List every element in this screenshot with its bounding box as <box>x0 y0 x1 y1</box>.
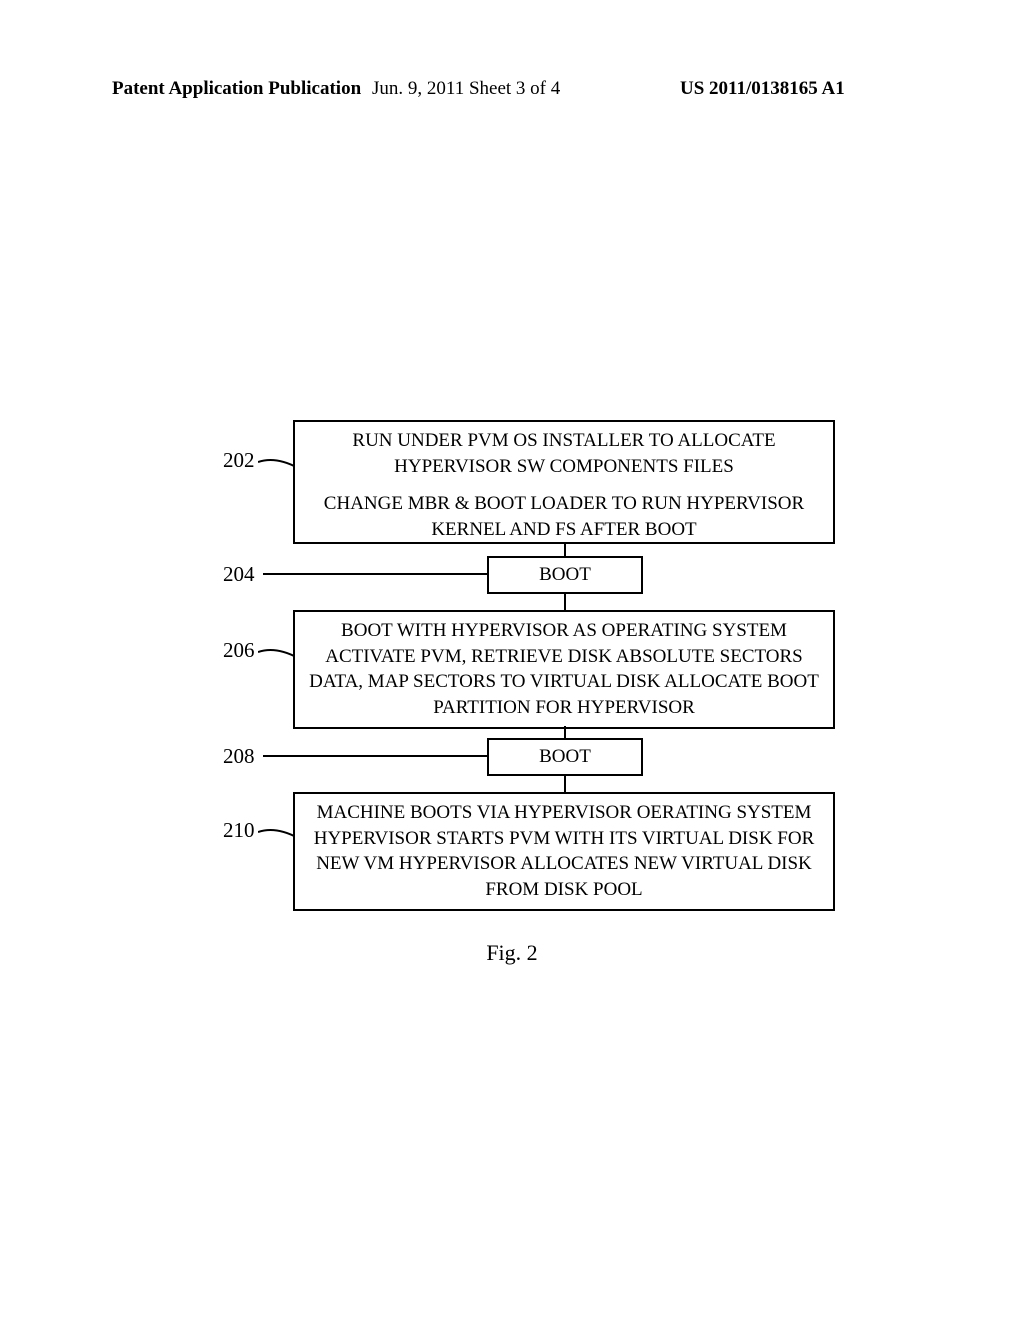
leader-204 <box>263 573 487 575</box>
step-204: BOOT <box>487 556 643 594</box>
step-210: MACHINE BOOTS VIA HYPERVISOR OERATING SY… <box>293 792 835 911</box>
step-206: BOOT WITH HYPERVISOR AS OPERATING SYSTEM… <box>293 610 835 729</box>
header-left: Patent Application Publication <box>112 78 361 100</box>
ref-202: 202 <box>223 448 255 473</box>
header-center: Jun. 9, 2011 Sheet 3 of 4 <box>372 78 560 100</box>
ref-210: 210 <box>223 818 255 843</box>
figure-caption: Fig. 2 <box>0 940 1024 966</box>
connector-1 <box>564 544 566 556</box>
ref-204: 204 <box>223 562 255 587</box>
step-202: RUN UNDER PVM OS INSTALLER TO ALLOCATE H… <box>293 420 835 544</box>
ref-208: 208 <box>223 744 255 769</box>
connector-3 <box>564 726 566 738</box>
leader-202 <box>258 458 298 472</box>
step-202-line1: RUN UNDER PVM OS INSTALLER TO ALLOCATE H… <box>303 428 825 479</box>
leader-210 <box>258 828 298 842</box>
header-right: US 2011/0138165 A1 <box>680 78 845 100</box>
step-202-line2: CHANGE MBR & BOOT LOADER TO RUN HYPERVIS… <box>303 491 825 542</box>
leader-208 <box>263 755 487 757</box>
connector-4 <box>564 774 566 792</box>
leader-206 <box>258 648 298 662</box>
ref-206: 206 <box>223 638 255 663</box>
step-208: BOOT <box>487 738 643 776</box>
connector-2 <box>564 592 566 610</box>
page: Patent Application Publication Jun. 9, 2… <box>0 0 1024 1320</box>
